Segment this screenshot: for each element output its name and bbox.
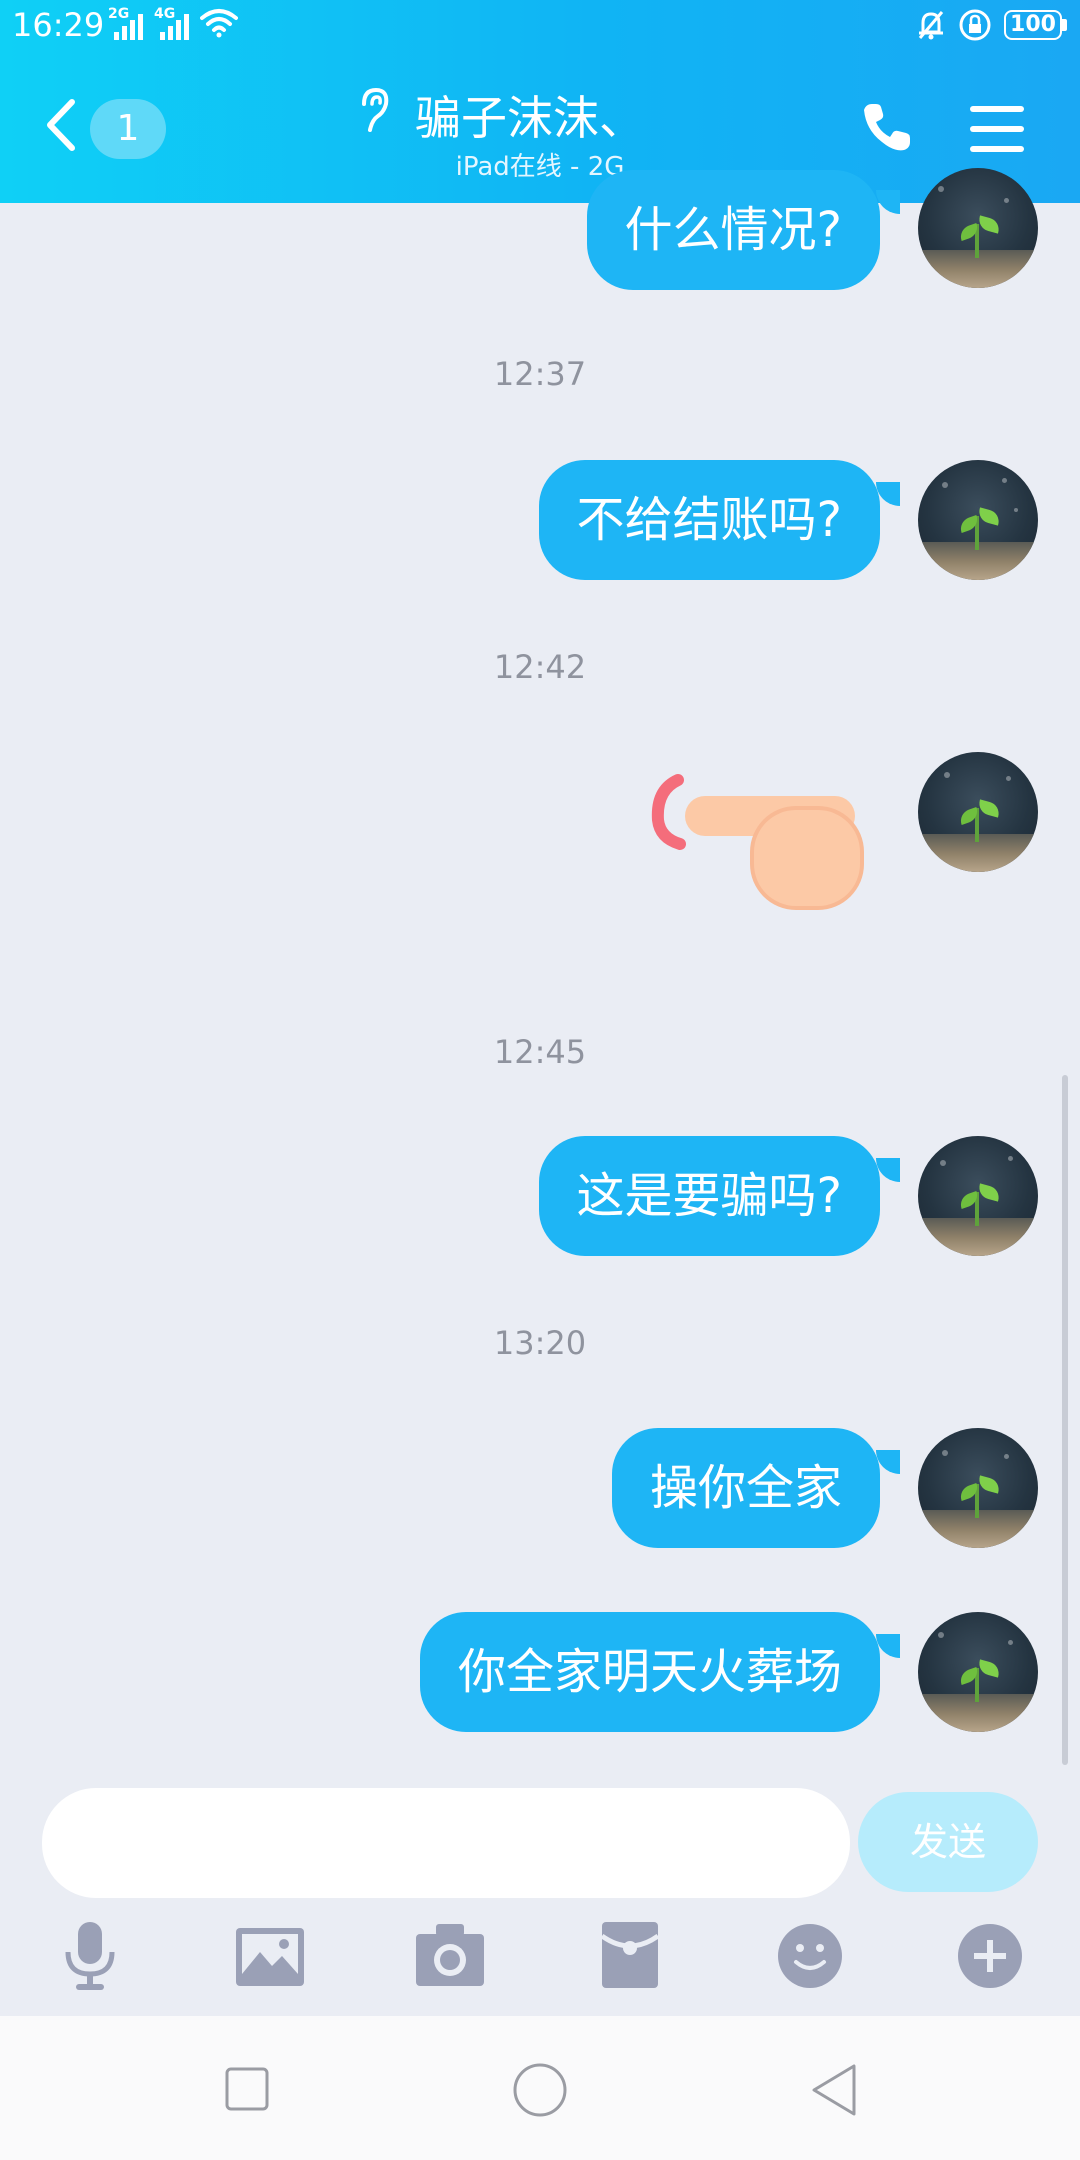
earpiece-mode-icon[interactable] [354,86,392,136]
timestamp: 12:37 [493,355,587,393]
camera-icon[interactable] [416,1924,484,1986]
scrollbar[interactable] [1062,1075,1068,1765]
avatar[interactable] [918,460,1038,580]
emoji-icon[interactable] [778,1924,842,1988]
phone-call-icon[interactable] [860,100,914,154]
signal-icon [110,14,146,40]
status-time: 16:29 [12,6,105,44]
recent-apps-icon[interactable] [224,2066,270,2112]
microphone-icon[interactable] [62,1920,118,1992]
send-button[interactable]: 发送 [858,1792,1038,1892]
timestamp: 12:42 [493,648,587,686]
wifi-icon [200,9,238,38]
contact-status-text: iPad在线 - 2G [455,152,625,182]
system-navigation-bar [0,2016,1080,2160]
back-chevron-icon[interactable] [44,98,78,152]
avatar[interactable] [918,1428,1038,1548]
battery-indicator: 100 [1004,10,1062,40]
timestamp: 12:45 [493,1033,587,1071]
signal-icon [156,14,192,40]
message-bubble[interactable]: 操你全家 [611,1428,880,1548]
plus-icon[interactable] [958,1924,1022,1988]
avatar[interactable] [918,1612,1038,1732]
chat-header: 16:29 2G 4G 100 1 骗子沫沫、 iPad在线 - 2G [0,0,1080,203]
avatar[interactable] [918,752,1038,872]
message-bubble[interactable]: 不给结账吗? [538,460,880,580]
message-bubble[interactable]: 你全家明天火葬场 [419,1612,880,1732]
timestamp: 13:20 [493,1324,587,1362]
avatar[interactable] [918,168,1038,288]
contact-online-status: iPad在线 - 2G [0,146,1080,183]
home-icon[interactable] [512,2062,568,2118]
message-input[interactable] [42,1788,850,1898]
back-nav-icon[interactable] [808,2062,860,2118]
mute-bell-icon [918,11,944,40]
pointing-hand-sticker[interactable] [650,770,870,920]
image-icon[interactable] [236,1928,304,1986]
avatar[interactable] [918,1136,1038,1256]
message-bubble[interactable]: 什么情况? [586,170,880,290]
contact-name[interactable]: 骗子沫沫、 [415,82,645,148]
menu-icon[interactable] [970,106,1024,152]
battery-cap [1062,19,1067,31]
message-bubble[interactable]: 这是要骗吗? [538,1136,880,1256]
red-packet-icon[interactable] [602,1922,658,1988]
rotation-lock-icon [959,9,991,41]
